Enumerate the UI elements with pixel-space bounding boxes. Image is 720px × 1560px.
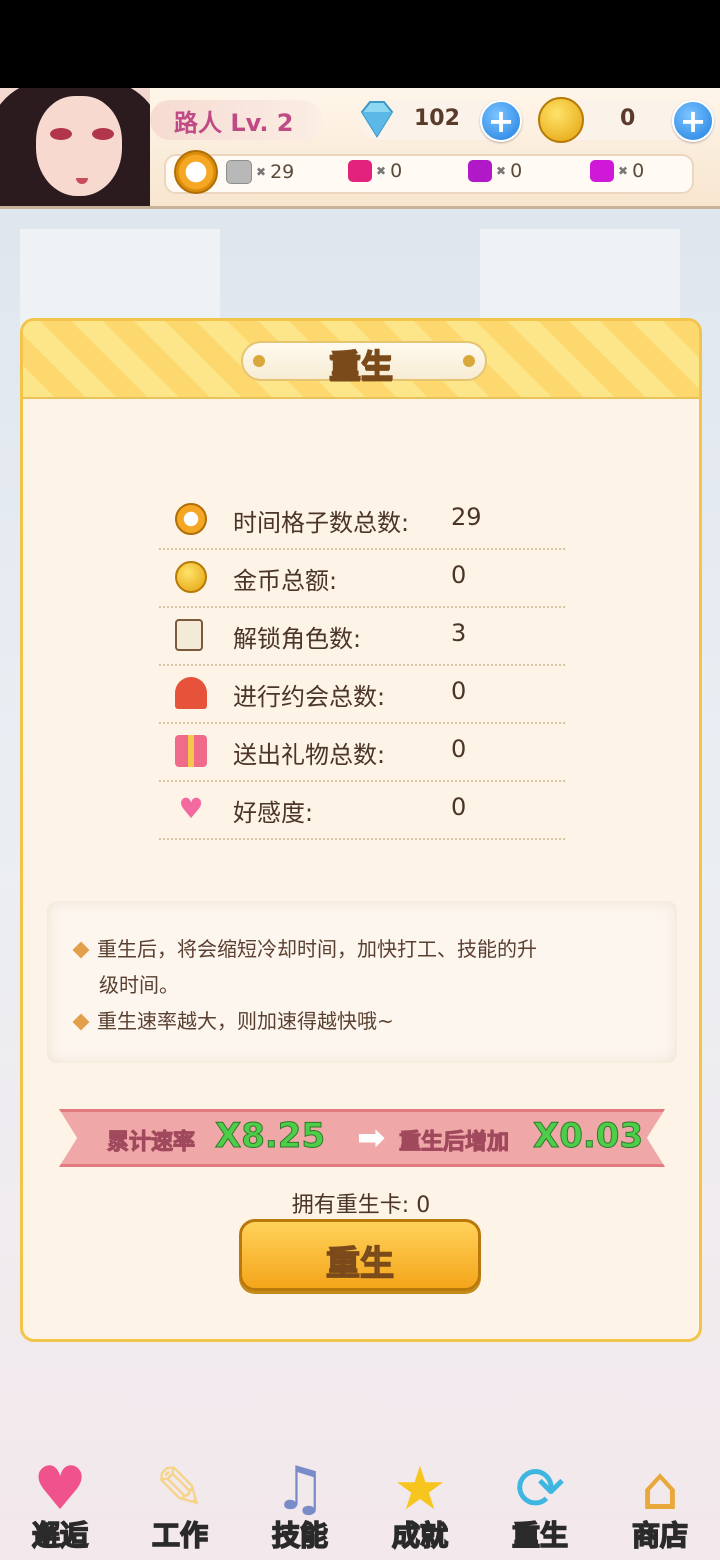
nav-work[interactable]: ✎ 工作 xyxy=(124,1448,236,1560)
add-coins-button[interactable]: + xyxy=(672,100,714,142)
panel-header: 重生 xyxy=(23,321,699,399)
rebirth-bonus-value: X0.03 xyxy=(532,1116,644,1157)
rebirth-bonus-label: 重生后增加 xyxy=(398,1130,510,1156)
heartbeat-icon xyxy=(175,677,207,709)
player-name: 路人 Lv. 2 xyxy=(174,108,294,137)
bottom-nav: ♥ 邂逅 ✎ 工作 ♫ 技能 ★ 成就 ⟳ 重生 ⌂ 商店 xyxy=(0,1444,720,1560)
resource-purple: ✖ 0 xyxy=(468,160,522,182)
heart-icon: ♥ xyxy=(178,792,204,825)
pink-gem-icon xyxy=(348,160,372,182)
stat-row: 时间格子数总数: 29 xyxy=(159,491,565,550)
resource-pink: ✖ 0 xyxy=(348,160,402,182)
rebirth-info-box: 重生后，将会缩短冷却时间，加快打工、技能的升 级时间。 重生速率越大，则加速得越… xyxy=(47,901,677,1063)
resource-violet: ✖ 0 xyxy=(590,160,644,182)
stat-row: 解锁角色数: 3 xyxy=(159,607,565,666)
rate-ribbon: 累计速率 X8.25 ➡ 重生后增加 X0.03 xyxy=(59,1109,665,1167)
nav-skills[interactable]: ♫ 技能 xyxy=(244,1448,356,1560)
stat-row: 金币总额: 0 xyxy=(159,549,565,608)
purple-gem-icon xyxy=(468,160,492,182)
panel-title: 重生 xyxy=(328,346,394,386)
player-name-badge: 路人 Lv. 2 xyxy=(150,100,322,140)
gray-gem-icon xyxy=(226,160,252,184)
status-bar xyxy=(0,0,720,88)
nav-encounter[interactable]: ♥ 邂逅 xyxy=(4,1448,116,1560)
nav-achievements[interactable]: ★ 成就 xyxy=(364,1448,476,1560)
rebirth-panel: 重生 时间格子数总数: 29 金币总额: 0 解锁角色数: 3 进行约会总数: … xyxy=(20,318,702,1342)
coin-count: 0 xyxy=(620,106,636,131)
nav-rebirth[interactable]: ⟳ 重生 xyxy=(484,1448,596,1560)
bullet-diamond-icon xyxy=(72,941,90,959)
stopwatch-icon xyxy=(175,503,207,535)
bullet-diamond-icon xyxy=(72,1013,90,1031)
stat-row: 送出礼物总数: 0 xyxy=(159,723,565,782)
add-gems-button[interactable]: + xyxy=(480,100,522,142)
rebirth-card-count: 拥有重生卡: 0 xyxy=(291,1193,431,1218)
character-card-icon xyxy=(175,619,203,651)
avatar[interactable] xyxy=(0,88,150,206)
stat-row: ♥ 好感度: 0 xyxy=(159,781,565,840)
coin-icon xyxy=(538,97,584,143)
coin-icon xyxy=(175,561,207,593)
diamond-icon xyxy=(360,101,394,138)
violet-gem-icon xyxy=(590,160,614,182)
stopwatch-icon[interactable] xyxy=(174,150,218,194)
nav-shop[interactable]: ⌂ 商店 xyxy=(604,1448,716,1560)
resource-gray: ✖ 29 xyxy=(226,160,294,184)
cumulative-rate-value: X8.25 xyxy=(214,1116,326,1157)
stat-row: 进行约会总数: 0 xyxy=(159,665,565,724)
gift-icon xyxy=(175,735,207,767)
arrow-right-icon: ➡ xyxy=(357,1118,386,1158)
cumulative-rate-label: 累计速率 xyxy=(106,1130,196,1156)
rebirth-button[interactable]: 重生 xyxy=(239,1219,481,1291)
gem-count: 102 xyxy=(414,106,460,131)
rebirth-button-label: 重生 xyxy=(325,1243,395,1285)
